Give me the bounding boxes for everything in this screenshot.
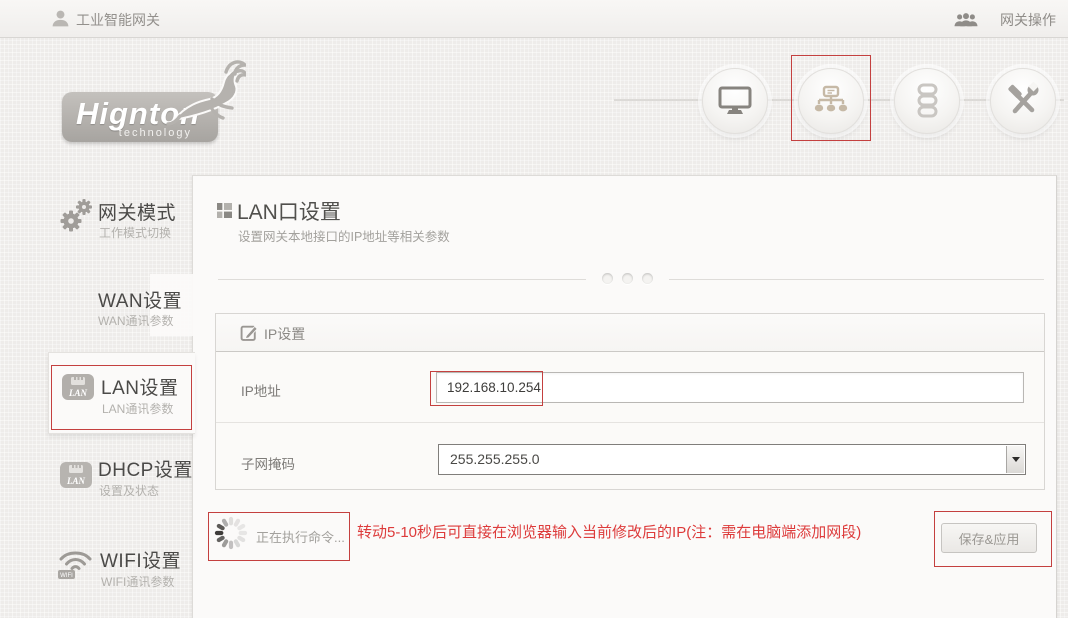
header-divider-left (218, 279, 586, 280)
sidebar-item-wan[interactable]: WAN设置 (98, 286, 182, 313)
page-title: LAN口设置 (237, 196, 341, 226)
ip-address-input[interactable] (436, 372, 1024, 403)
carousel-dot-1[interactable] (602, 273, 613, 284)
ip-change-hint: 转动5-10秒后可直接在浏览器输入当前修改后的IP(注：需在电脑端添加网段) (357, 521, 861, 542)
sidebar-item-dhcp[interactable]: DHCP设置 (98, 455, 193, 482)
ip-address-label: IP地址 (241, 380, 281, 400)
carousel-dot-3[interactable] (642, 273, 653, 284)
select-dropdown-button[interactable] (1006, 446, 1024, 473)
top-bar: 工业智能网关 网关操作 (0, 0, 1068, 38)
chevron-down-icon (1012, 457, 1020, 462)
user-icon (50, 8, 71, 29)
ip-settings-panel-header: IP设置 (216, 314, 1044, 352)
monitor-icon (716, 84, 754, 118)
page-subtitle: 设置网关本地接口的IP地址等相关参数 (238, 226, 450, 245)
header-divider-right (669, 279, 1044, 280)
gateway-actions-link[interactable]: 网关操作 (1000, 10, 1056, 30)
gateway-config-page: 工业智能网关 网关操作 Hignton technology (0, 0, 1068, 618)
save-apply-button[interactable]: 保存&应用 (941, 523, 1037, 553)
nav-network-button[interactable] (798, 68, 864, 134)
network-topology-icon (812, 85, 850, 117)
svg-text:LAN: LAN (68, 388, 88, 398)
wifi-icon: WIFI (57, 546, 94, 580)
antelope-logo-icon (166, 56, 246, 136)
sidebar-item-wifi-subtitle: WIFI通讯参数 (101, 573, 174, 590)
sidebar-item-gateway-mode-subtitle: 工作模式切换 (99, 224, 171, 241)
subnet-mask-value: 255.255.255.0 (450, 451, 540, 467)
group-icon (954, 11, 978, 28)
sidebar-item-lan[interactable]: LAN设置 (101, 373, 178, 400)
executing-command-status: 正在执行命令... (256, 527, 345, 546)
sidebar-item-dhcp-subtitle: 设置及状态 (99, 482, 159, 499)
nav-monitor-button[interactable] (702, 68, 768, 134)
tools-icon (1004, 82, 1042, 120)
database-icon (909, 82, 945, 120)
carousel-dot-2[interactable] (622, 273, 633, 284)
loading-spinner-icon (212, 514, 250, 552)
subnet-mask-select[interactable]: 255.255.255.0 (438, 444, 1026, 475)
edit-icon (240, 323, 259, 342)
gears-icon (58, 197, 94, 235)
ip-settings-panel: IP设置 IP地址 子网掩码 255.255.255.0 (215, 313, 1045, 490)
sidebar-item-wan-subtitle: WAN通讯参数 (98, 312, 174, 329)
svg-text:LAN: LAN (66, 476, 86, 486)
sidebar-item-lan-subtitle: LAN通讯参数 (102, 400, 173, 417)
sidebar-item-wifi[interactable]: WIFI设置 (100, 546, 181, 573)
panel-title: IP设置 (264, 324, 305, 344)
svg-text:WIFI: WIFI (60, 573, 73, 579)
sidebar-item-gateway-mode[interactable]: 网关模式 (98, 198, 176, 225)
lan-port-icon: LAN (61, 371, 95, 402)
page-title-blocks-icon (217, 203, 232, 218)
nav-tools-button[interactable] (990, 68, 1056, 134)
subnet-mask-label: 子网掩码 (241, 453, 295, 473)
lan-port-icon: LAN (59, 459, 93, 490)
app-title: 工业智能网关 (76, 10, 160, 30)
nav-database-button[interactable] (894, 68, 960, 134)
row-divider (216, 422, 1044, 423)
